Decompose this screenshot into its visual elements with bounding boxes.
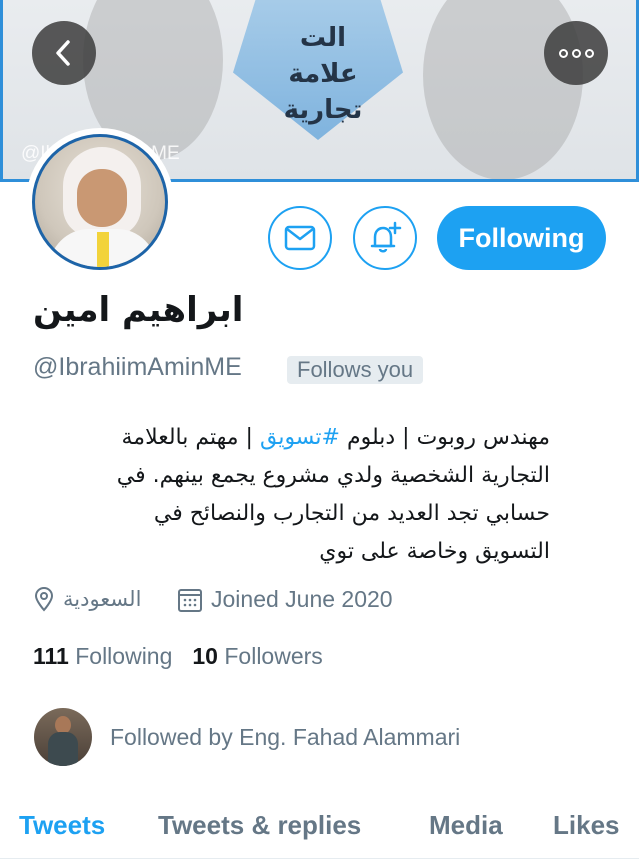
profile-tabs: Tweets Tweets & replies Media Likes bbox=[0, 800, 639, 859]
back-button[interactable] bbox=[32, 21, 96, 85]
following-button[interactable]: Following bbox=[437, 206, 606, 270]
followers-stat[interactable]: 10 Followers bbox=[192, 643, 322, 670]
bio-line: مهندس روبوت | دبلوم #تسويق | مهتم بالعلا… bbox=[30, 419, 550, 457]
follows-you-badge: Follows you bbox=[287, 356, 424, 384]
chevron-left-icon bbox=[56, 40, 70, 66]
bio-text: مهندس روبوت | دبلوم bbox=[340, 425, 550, 450]
location-text: السعودية bbox=[63, 587, 142, 611]
bio-line: التسويق وخاصة على توي bbox=[319, 539, 550, 564]
tab-media[interactable]: Media bbox=[429, 810, 503, 841]
notifications-button[interactable] bbox=[353, 206, 417, 270]
following-stat[interactable]: 111 Following bbox=[33, 643, 172, 670]
profile-bio: مهندس روبوت | دبلوم #تسويق | مهتم بالعلا… bbox=[30, 419, 550, 571]
profile-location: السعودية bbox=[33, 586, 141, 612]
more-dots-icon bbox=[558, 48, 594, 58]
followed-by[interactable]: Followed by Eng. Fahad Alammari bbox=[34, 708, 460, 766]
tab-tweets[interactable]: Tweets bbox=[19, 810, 105, 841]
followed-by-text: Followed by Eng. Fahad Alammari bbox=[110, 723, 461, 750]
bio-line: حسابي تجد العديد من التجارب والنصائح في bbox=[153, 501, 550, 526]
mail-icon bbox=[284, 225, 316, 251]
followers-count: 10 bbox=[192, 643, 218, 669]
hashtag-link[interactable]: #تسويق bbox=[260, 425, 340, 450]
tab-tweets-replies[interactable]: Tweets & replies bbox=[158, 810, 361, 841]
banner-text-line: الت bbox=[299, 23, 347, 53]
more-options-button[interactable] bbox=[544, 21, 608, 85]
calendar-icon bbox=[178, 588, 202, 612]
display-name: ابراهيم امين bbox=[33, 290, 244, 330]
followers-label: Followers bbox=[224, 643, 323, 669]
tab-likes[interactable]: Likes bbox=[553, 810, 620, 841]
bio-text: | مهتم بالعلامة bbox=[121, 425, 260, 450]
banner-text: الت علامة تجارية bbox=[253, 20, 393, 128]
avatar-image bbox=[32, 134, 168, 270]
follower-avatar bbox=[34, 708, 92, 766]
banner-text-line: علامة bbox=[288, 59, 358, 89]
location-pin-icon bbox=[34, 586, 54, 612]
following-label: Following bbox=[75, 643, 173, 669]
bell-plus-icon bbox=[370, 221, 402, 253]
profile-avatar[interactable] bbox=[26, 128, 174, 276]
following-count: 111 bbox=[33, 643, 69, 669]
banner-text-line: تجارية bbox=[283, 95, 363, 125]
joined-text: Joined June 2020 bbox=[211, 586, 393, 612]
profile-handle: @IbrahiimAminME bbox=[33, 353, 242, 381]
message-button[interactable] bbox=[268, 206, 332, 270]
follow-stats: 111 Following 10 Followers bbox=[33, 643, 323, 670]
bio-line: التجارية الشخصية ولدي مشروع يجمع بينهم. … bbox=[116, 463, 550, 488]
profile-joined-date: Joined June 2020 bbox=[177, 586, 393, 613]
